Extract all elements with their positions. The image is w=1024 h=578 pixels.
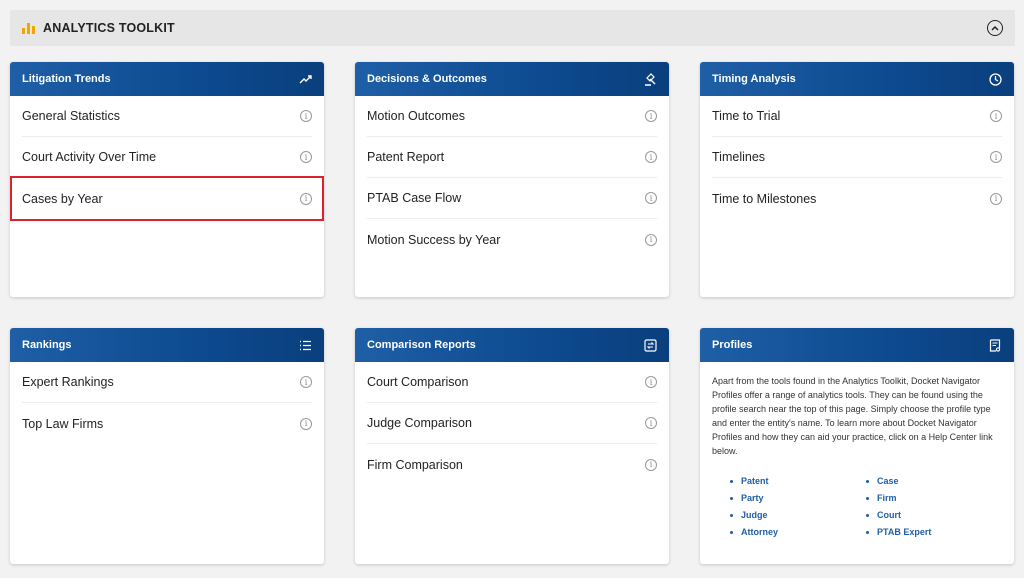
tool-label: Motion Success by Year: [367, 232, 501, 247]
tool-general-statistics[interactable]: General Statistics i: [22, 96, 312, 137]
card-header: Timing Analysis: [700, 62, 1014, 96]
info-icon[interactable]: i: [990, 192, 1002, 205]
tool-label: PTAB Case Flow: [367, 191, 462, 205]
tool-label: Court Activity Over Time: [22, 150, 157, 164]
info-icon[interactable]: i: [645, 110, 657, 122]
info-icon[interactable]: i: [990, 151, 1002, 163]
info-icon[interactable]: i: [645, 151, 657, 163]
tool-label: Time to Milestones: [712, 191, 817, 206]
card-header: Litigation Trends: [10, 62, 324, 96]
tool-label: Expert Rankings: [22, 375, 114, 389]
link-firm[interactable]: Firm: [866, 491, 1002, 505]
info-icon[interactable]: i: [645, 458, 657, 471]
card-header: Comparison Reports: [355, 328, 669, 362]
tool-ptab-case-flow[interactable]: PTAB Case Flow i: [367, 178, 657, 219]
info-icon[interactable]: i: [645, 233, 657, 246]
bar-chart-icon: [22, 22, 35, 34]
card-timing-analysis: Timing Analysis Time to Trial i Timelines…: [700, 62, 1014, 297]
info-icon[interactable]: i: [990, 110, 1002, 122]
card-header: Rankings: [10, 328, 324, 362]
card-header: Decisions & Outcomes: [355, 62, 669, 96]
trend-up-icon: [298, 72, 312, 86]
profile-links: Patent Case Party Firm Judge Court Attor…: [712, 458, 1002, 539]
link-court[interactable]: Court: [866, 508, 1002, 522]
tool-label: Top Law Firms: [22, 416, 104, 431]
tool-timelines[interactable]: Timelines i: [712, 137, 1002, 178]
link-party[interactable]: Party: [730, 491, 866, 505]
tool-label: Cases by Year: [22, 191, 103, 206]
card-profiles: Profiles Apart from the tools found in t…: [700, 328, 1014, 564]
tool-motion-success-by-year[interactable]: Motion Success by Year i: [367, 219, 657, 260]
profiles-description: Apart from the tools found in the Analyt…: [712, 376, 993, 456]
tool-motion-outcomes[interactable]: Motion Outcomes i: [367, 96, 657, 137]
card-title: Profiles: [712, 339, 753, 351]
analytics-toolkit-bar: ANALYTICS TOOLKIT: [10, 10, 1015, 46]
tool-label: Firm Comparison: [367, 457, 463, 472]
tool-time-to-trial[interactable]: Time to Trial i: [712, 96, 1002, 137]
toolbar-title: ANALYTICS TOOLKIT: [22, 21, 175, 35]
info-icon[interactable]: i: [300, 151, 312, 163]
link-ptab-expert[interactable]: PTAB Expert: [866, 525, 1002, 539]
link-judge[interactable]: Judge: [730, 508, 866, 522]
link-case[interactable]: Case: [866, 474, 1002, 488]
card-comparison-reports: Comparison Reports Court Comparison i Jud…: [355, 328, 669, 564]
info-icon[interactable]: i: [300, 110, 312, 122]
card-title: Rankings: [22, 339, 72, 351]
tool-court-comparison[interactable]: Court Comparison i: [367, 362, 657, 403]
info-icon[interactable]: i: [300, 192, 312, 205]
tool-firm-comparison[interactable]: Firm Comparison i: [367, 444, 657, 485]
card-rankings: Rankings Expert Rankings i Top Law Firms i: [10, 328, 324, 564]
tool-label: Motion Outcomes: [367, 109, 465, 123]
card-title: Decisions & Outcomes: [367, 73, 487, 85]
card-title: Timing Analysis: [712, 73, 796, 85]
tool-cases-by-year[interactable]: Cases by Year i: [10, 176, 324, 221]
info-icon[interactable]: i: [300, 376, 312, 388]
profile-document-icon: [988, 338, 1002, 352]
toolbar-title-text: ANALYTICS TOOLKIT: [43, 21, 175, 35]
info-icon[interactable]: i: [645, 192, 657, 204]
chevron-up-icon: [991, 25, 999, 31]
card-decisions-outcomes: Decisions & Outcomes Motion Outcomes i Pa…: [355, 62, 669, 297]
card-title: Litigation Trends: [22, 73, 111, 85]
tool-label: General Statistics: [22, 109, 120, 123]
list-icon: [298, 338, 312, 352]
tool-expert-rankings[interactable]: Expert Rankings i: [22, 362, 312, 403]
tool-top-law-firms[interactable]: Top Law Firms i: [22, 403, 312, 444]
tool-court-activity-over-time[interactable]: Court Activity Over Time i: [22, 137, 312, 178]
info-icon[interactable]: i: [645, 376, 657, 388]
card-litigation-trends: Litigation Trends General Statistics i Co…: [10, 62, 324, 297]
info-icon[interactable]: i: [645, 417, 657, 429]
link-patent[interactable]: Patent: [730, 474, 866, 488]
tool-label: Timelines: [712, 150, 766, 164]
compare-icon: [643, 338, 657, 352]
collapse-button[interactable]: [987, 20, 1003, 36]
card-title: Comparison Reports: [367, 339, 476, 351]
link-attorney[interactable]: Attorney: [730, 525, 866, 539]
tool-judge-comparison[interactable]: Judge Comparison i: [367, 403, 657, 444]
tool-label: Court Comparison: [367, 375, 469, 389]
card-header: Profiles: [700, 328, 1014, 362]
tool-patent-report[interactable]: Patent Report i: [367, 137, 657, 178]
tool-time-to-milestones[interactable]: Time to Milestones i: [712, 178, 1002, 219]
tool-label: Patent Report: [367, 150, 445, 164]
tool-label: Time to Trial: [712, 109, 781, 123]
clock-icon: [988, 72, 1002, 86]
info-icon[interactable]: i: [300, 417, 312, 430]
gavel-icon: [643, 72, 657, 86]
tool-label: Judge Comparison: [367, 416, 472, 430]
